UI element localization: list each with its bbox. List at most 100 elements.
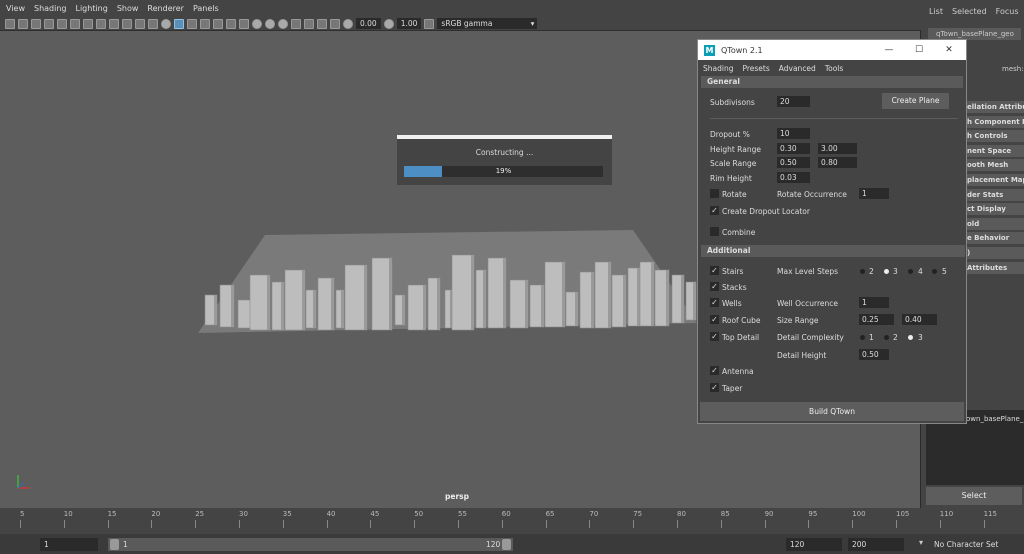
complexity-radio-3[interactable] bbox=[908, 335, 913, 340]
timeline-tick-label: 110 bbox=[939, 510, 954, 518]
section-general-header[interactable]: General bbox=[701, 76, 963, 88]
level-radio-3[interactable] bbox=[884, 269, 889, 274]
menu-tools[interactable]: Tools bbox=[825, 64, 843, 76]
current-frame-field[interactable]: 1 bbox=[40, 538, 98, 551]
height-min-field[interactable]: 0.30 bbox=[777, 143, 810, 154]
range-start-handle[interactable] bbox=[110, 539, 119, 550]
detail-height-field[interactable]: 0.50 bbox=[859, 349, 889, 360]
timeline-tick bbox=[326, 520, 328, 528]
size-min-field[interactable]: 0.25 bbox=[859, 314, 894, 325]
dropout-label: Dropout % bbox=[710, 130, 750, 139]
section-additional-header[interactable]: Additional bbox=[701, 245, 965, 257]
building-shade bbox=[364, 265, 367, 330]
rotate-occurrence-field[interactable]: 1 bbox=[859, 188, 889, 199]
timeline-tick-label: 65 bbox=[545, 510, 555, 518]
character-set-dropdown-icon[interactable]: ▾ bbox=[919, 538, 923, 547]
rim-height-field[interactable]: 0.03 bbox=[777, 172, 810, 183]
rotate-label: Rotate bbox=[722, 190, 747, 199]
progress-label: Constructing ... bbox=[475, 148, 534, 157]
range-end-handle[interactable] bbox=[502, 539, 511, 550]
timeline-tick bbox=[589, 520, 591, 528]
scale-range-label: Scale Range bbox=[710, 159, 757, 168]
range-slider-bar: 1 1 120 120 200 ▾ No Character Set bbox=[0, 534, 1024, 554]
timeline-tick bbox=[501, 520, 503, 528]
timeline-tick bbox=[896, 520, 897, 528]
time-slider[interactable]: 5 10 15 20 25 30 35 40 45 50 55 60 65 70 75 80 85 90 95 100… bbox=[0, 508, 1024, 534]
building-shade bbox=[666, 270, 669, 326]
timeline-tick-label: 70 bbox=[589, 510, 599, 518]
building-shade bbox=[313, 290, 316, 328]
timeline-tick bbox=[414, 520, 416, 528]
level-radio-4[interactable] bbox=[908, 269, 913, 274]
dropout-field[interactable]: 10 bbox=[777, 128, 810, 139]
timeline-tick-label: 40 bbox=[326, 510, 336, 518]
maximize-icon[interactable]: ☐ bbox=[912, 43, 926, 57]
axis-gizmo-icon bbox=[17, 475, 30, 489]
menu-selected[interactable]: Selected bbox=[952, 7, 987, 20]
dropout-locator-checkbox[interactable]: ✓ bbox=[710, 206, 719, 215]
subdivisions-field[interactable]: 20 bbox=[777, 96, 810, 107]
timeline-tick bbox=[458, 520, 459, 528]
building-shade bbox=[575, 292, 578, 326]
building-shade bbox=[591, 272, 594, 328]
antenna-label: Antenna bbox=[722, 367, 754, 376]
menu-focus[interactable]: Focus bbox=[996, 7, 1019, 20]
size-max-field[interactable]: 0.40 bbox=[902, 314, 937, 325]
roof-cube-checkbox[interactable]: ✓ bbox=[710, 315, 719, 324]
level-option-2: 2 bbox=[869, 267, 874, 276]
building-shade bbox=[341, 290, 344, 328]
minimize-icon[interactable]: — bbox=[882, 43, 896, 57]
stacks-label: Stacks bbox=[722, 283, 747, 292]
timeline-tick-label: 95 bbox=[808, 510, 818, 518]
timeline-tick-label: 80 bbox=[677, 510, 686, 518]
timeline-tick bbox=[545, 520, 547, 528]
create-plane-button[interactable]: Create Plane bbox=[882, 93, 949, 109]
scale-min-field[interactable]: 0.50 bbox=[777, 157, 810, 168]
roof-cube-label: Roof Cube bbox=[722, 316, 761, 325]
taper-checkbox[interactable]: ✓ bbox=[710, 383, 719, 392]
timeline-tick-label: 30 bbox=[239, 510, 248, 518]
detail-complexity-label: Detail Complexity bbox=[777, 333, 844, 342]
scale-max-field[interactable]: 0.80 bbox=[818, 157, 857, 168]
height-range-label: Height Range bbox=[710, 145, 761, 154]
complexity-radio-1[interactable] bbox=[860, 335, 865, 340]
well-occurrence-field[interactable]: 1 bbox=[859, 297, 889, 308]
menu-list[interactable]: List bbox=[929, 7, 943, 20]
level-radio-5[interactable] bbox=[932, 269, 937, 274]
building-shade bbox=[302, 270, 305, 330]
top-detail-checkbox[interactable]: ✓ bbox=[710, 332, 719, 341]
qtown-titlebar[interactable]: M QTown 2.1 — ☐ ✕ bbox=[698, 40, 966, 60]
stacks-checkbox[interactable]: ✓ bbox=[710, 282, 719, 291]
menu-advanced[interactable]: Advanced bbox=[779, 64, 816, 76]
level-option-4: 4 bbox=[918, 267, 923, 276]
level-radio-2[interactable] bbox=[860, 269, 865, 274]
range-slider[interactable]: 1 120 bbox=[108, 538, 513, 551]
height-max-field[interactable]: 3.00 bbox=[818, 143, 857, 154]
complexity-radio-2[interactable] bbox=[884, 335, 889, 340]
building-shade bbox=[331, 278, 334, 330]
stairs-checkbox[interactable]: ✓ bbox=[710, 266, 719, 275]
timeline-tick-label: 50 bbox=[414, 510, 424, 518]
character-set-field[interactable]: No Character Set bbox=[930, 538, 1024, 551]
build-qtown-button[interactable]: Build QTown bbox=[700, 402, 964, 421]
playback-end-field[interactable]: 120 bbox=[786, 538, 842, 551]
qtown-title: QTown 2.1 bbox=[721, 45, 763, 55]
menu-shading[interactable]: Shading bbox=[703, 64, 733, 76]
rotate-checkbox[interactable] bbox=[710, 189, 719, 198]
wells-checkbox[interactable]: ✓ bbox=[710, 298, 719, 307]
building-shade bbox=[637, 268, 640, 326]
timeline-tick-label: 35 bbox=[282, 510, 292, 518]
animation-end-field[interactable]: 200 bbox=[848, 538, 904, 551]
level-option-5: 5 bbox=[942, 267, 947, 276]
progress-dialog: Constructing ... 19% bbox=[397, 135, 612, 185]
close-icon[interactable]: ✕ bbox=[942, 43, 956, 57]
timeline-tick bbox=[282, 520, 284, 528]
combine-label: Combine bbox=[722, 228, 756, 237]
progress-bar: 19% bbox=[404, 166, 603, 177]
antenna-checkbox[interactable]: ✓ bbox=[710, 366, 719, 375]
combine-checkbox[interactable] bbox=[710, 227, 719, 236]
menu-presets[interactable]: Presets bbox=[742, 64, 769, 76]
building-shade bbox=[281, 282, 284, 330]
timeline-tick-label: 45 bbox=[370, 510, 380, 518]
select-button[interactable]: Select bbox=[926, 487, 1022, 505]
